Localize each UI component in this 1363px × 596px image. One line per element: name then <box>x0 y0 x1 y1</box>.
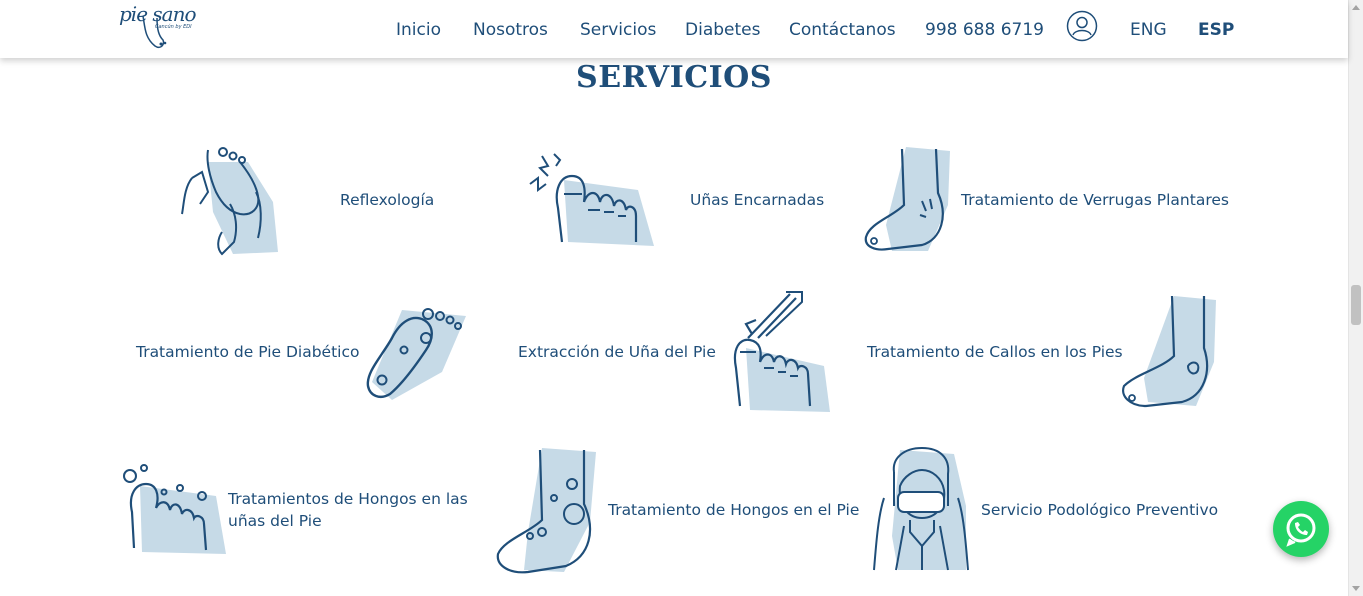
service-label: Tratamiento de Pie Diabético <box>136 343 360 361</box>
service-label: Extracción de Uña del Pie <box>518 343 716 361</box>
nail-fungus-icon <box>123 464 226 554</box>
scrollbar[interactable] <box>1348 0 1363 596</box>
nav-inicio[interactable]: Inicio <box>396 18 441 42</box>
diabetic-foot-sole-icon <box>366 308 466 400</box>
service-label: Tratamientos de Hongos en las uñas del P… <box>228 490 468 530</box>
podiatrist-icon <box>873 446 969 571</box>
nav-servicios[interactable]: Servicios <box>580 18 656 42</box>
nav-phone[interactable]: 998 688 6719 <box>925 18 1044 42</box>
service-label: Tratamiento de Verrugas Plantares <box>961 191 1229 209</box>
service-label: Reflexología <box>340 191 435 209</box>
scroll-up-arrow-icon[interactable] <box>1352 5 1360 10</box>
foot-logo-icon <box>142 15 167 49</box>
ingrown-toenail-icon <box>529 153 654 246</box>
whatsapp-icon <box>1286 513 1316 547</box>
section-title: SERVICIOS <box>576 60 772 95</box>
nail-extraction-icon <box>733 291 830 412</box>
lang-esp[interactable]: ESP <box>1198 18 1234 42</box>
logo[interactable]: pie sano Cancún by EDI <box>119 2 209 52</box>
service-label: Tratamiento de Callos en los Pies <box>867 343 1123 361</box>
whatsapp-button[interactable] <box>1273 501 1329 557</box>
foot-fungus-icon <box>496 448 596 574</box>
service-label: Uñas Encarnadas <box>690 191 825 209</box>
nav-nosotros[interactable]: Nosotros <box>473 18 548 42</box>
nav-diabetes[interactable]: Diabetes <box>685 18 760 42</box>
lang-eng[interactable]: ENG <box>1130 18 1167 42</box>
service-label: Tratamiento de Hongos en el Pie <box>608 501 860 519</box>
scrollbar-thumb[interactable] <box>1351 285 1361 325</box>
user-circle-icon[interactable] <box>1066 10 1098 42</box>
service-label: Servicio Podológico Preventivo <box>981 501 1219 519</box>
foot-massage-icon <box>181 147 278 256</box>
plantar-wart-foot-icon <box>864 147 950 251</box>
callus-foot-icon <box>1122 295 1216 408</box>
nav-contactanos[interactable]: Contáctanos <box>789 18 896 42</box>
site-header: pie sano Cancún by EDI Inicio Nosotros S… <box>0 0 1348 58</box>
scroll-down-arrow-icon[interactable] <box>1352 586 1360 591</box>
